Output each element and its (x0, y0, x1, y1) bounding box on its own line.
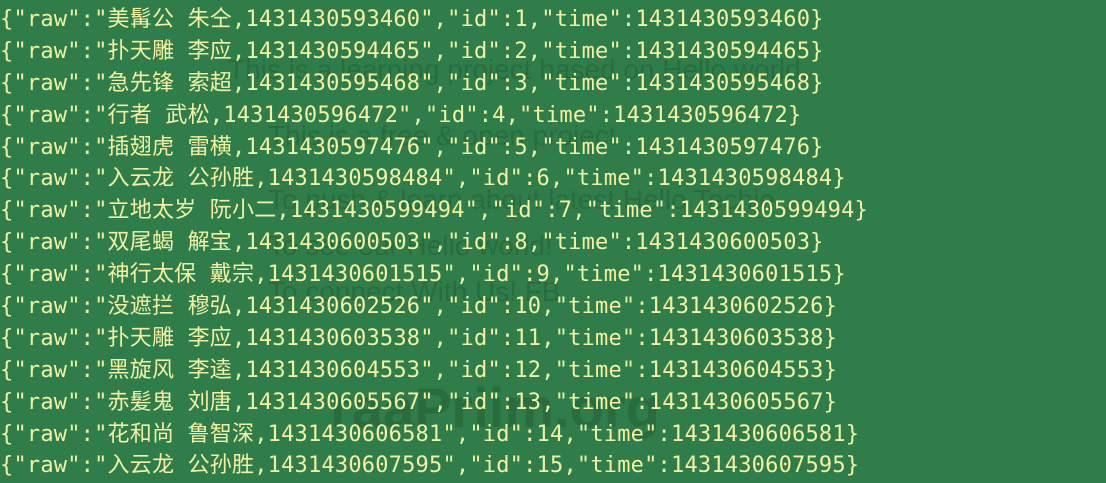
log-line: {"raw":"扑天雕 李应,1431430594465","id":2,"ti… (0, 38, 824, 64)
log-line: {"raw":"入云龙 公孙胜,1431430607595","id":15,"… (0, 453, 860, 479)
log-line: {"raw":"行者 武松,1431430596472","id":4,"tim… (0, 102, 802, 128)
log-line: {"raw":"立地太岁 阮小二,1431430599494","id":7,"… (0, 198, 868, 224)
log-line: {"raw":"没遮拦 穆弘,1431430602526","id":10,"t… (0, 294, 838, 320)
log-line: {"raw":"花和尚 鲁智深,1431430606581","id":14,"… (0, 421, 860, 447)
log-line: {"raw":"插翅虎 雷横,1431430597476","id":5,"ti… (0, 134, 824, 160)
log-line: {"raw":"入云龙 公孙胜,1431430598484","id":6,"t… (0, 166, 846, 192)
log-line: {"raw":"赤髪鬼 刘唐,1431430605567","id":13,"t… (0, 389, 838, 415)
log-line: {"raw":"黑旋风 李逵,1431430604553","id":12,"t… (0, 357, 838, 383)
log-output: {"raw":"美髯公 朱仝,1431430593460","id":1,"ti… (0, 4, 868, 482)
log-line: {"raw":"急先锋 索超,1431430595468","id":3,"ti… (0, 70, 824, 96)
log-line: {"raw":"美髯公 朱仝,1431430593460","id":1,"ti… (0, 7, 824, 32)
log-line: {"raw":"神行太保 戴宗,1431430601515","id":9,"t… (0, 262, 846, 288)
log-line: {"raw":"双尾蝎 解宝,1431430600503","id":8,"ti… (0, 230, 824, 256)
log-line: {"raw":"扑天雕 李应,1431430603538","id":11,"t… (0, 325, 838, 351)
terminal-window: This is a learning project based on Hell… (0, 0, 1106, 483)
